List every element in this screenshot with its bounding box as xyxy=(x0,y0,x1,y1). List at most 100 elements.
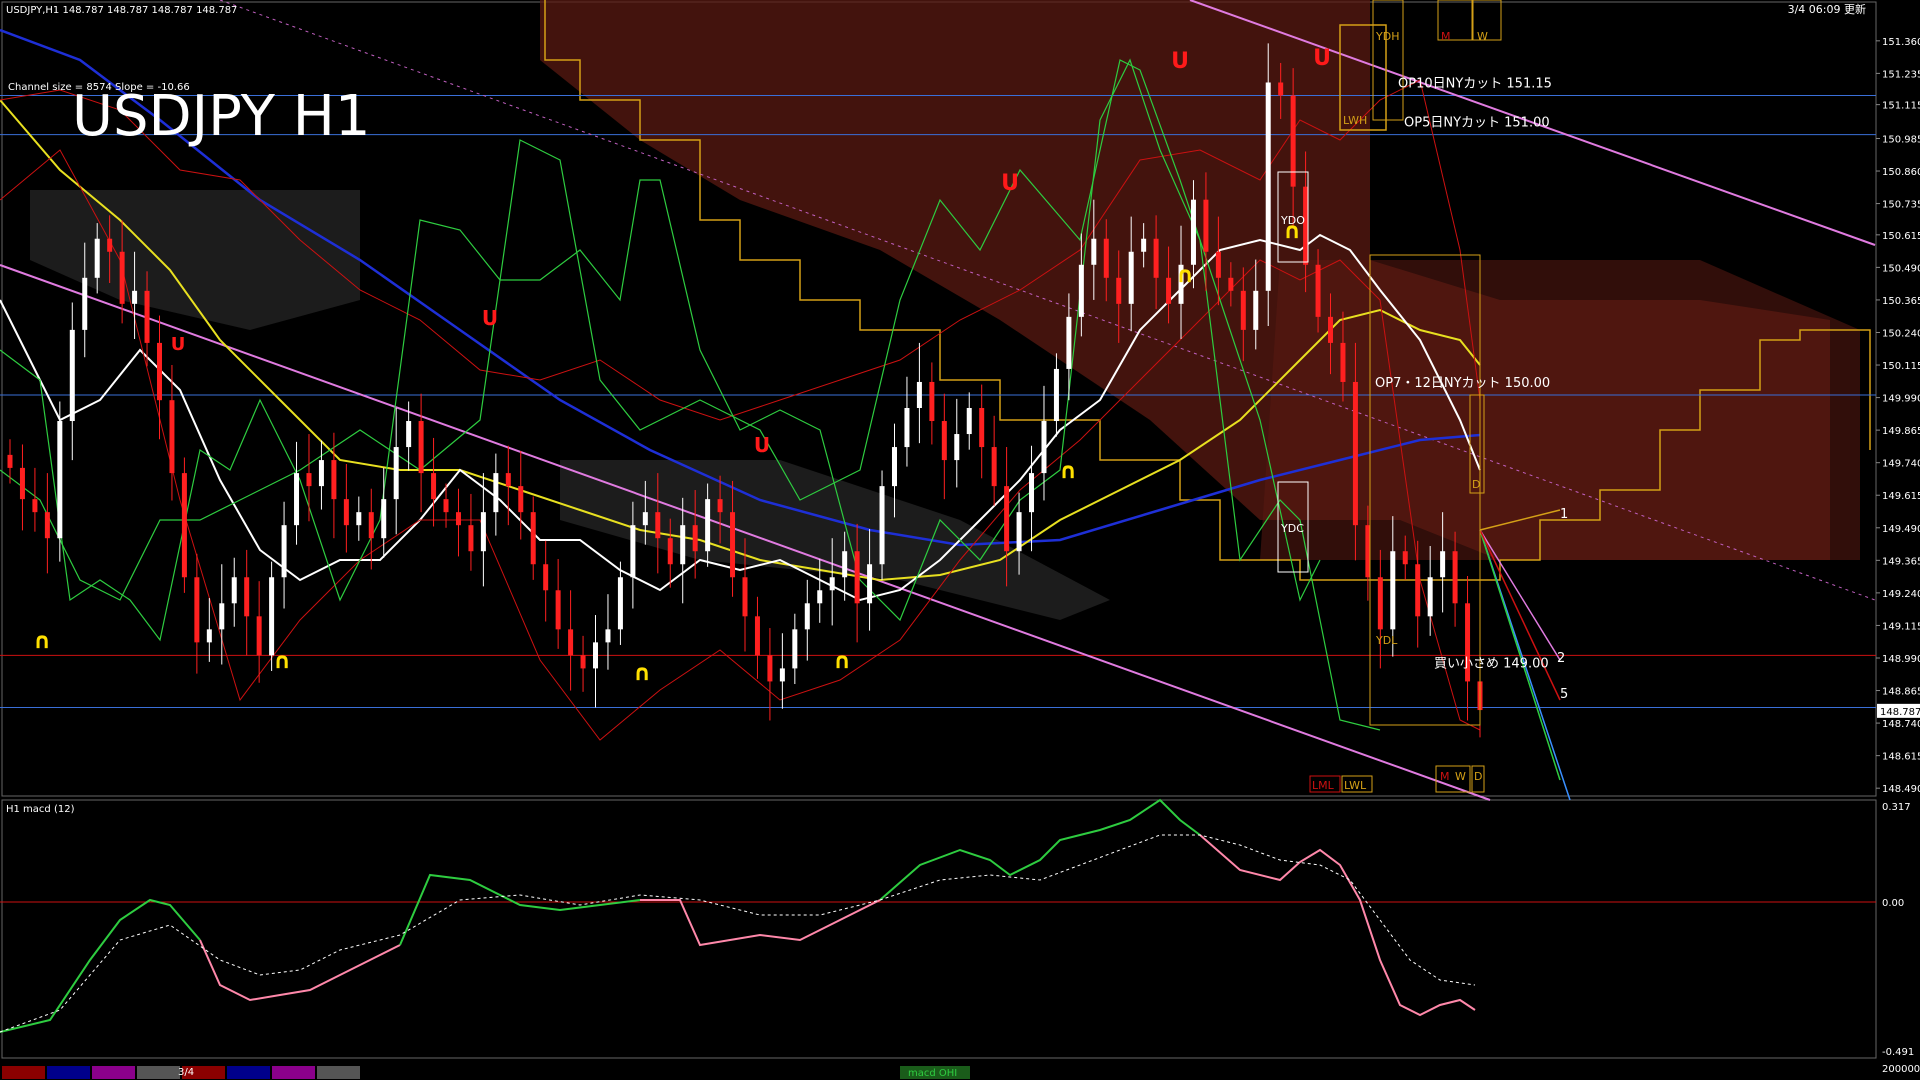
candle-body xyxy=(1328,316,1334,343)
candle-body xyxy=(331,460,337,500)
candle-body xyxy=(431,473,437,500)
candle-body xyxy=(879,486,885,565)
price-tick-label: 148.990 xyxy=(1882,654,1920,665)
candle-body xyxy=(1402,551,1408,565)
candle-body xyxy=(343,499,349,526)
candle-body xyxy=(455,512,461,526)
candle-body xyxy=(194,577,200,643)
price-tick-label: 149.615 xyxy=(1882,491,1920,502)
candle-body xyxy=(306,473,312,487)
candle-body xyxy=(1166,277,1172,304)
svg-text:2: 2 xyxy=(1557,651,1565,666)
candle-body xyxy=(767,655,773,682)
toolbar-swatch[interactable] xyxy=(272,1066,315,1079)
candle-body xyxy=(1004,486,1010,552)
price-tick-label: 150.985 xyxy=(1882,134,1920,145)
svg-text:∩: ∩ xyxy=(1059,459,1077,484)
box-label: YDC xyxy=(1280,522,1304,535)
candle-body xyxy=(518,486,524,513)
candle-body xyxy=(318,460,324,487)
candle-body xyxy=(181,473,187,578)
toolbar-swatch[interactable] xyxy=(317,1066,360,1079)
candle-body xyxy=(667,538,673,565)
svg-text:∩: ∩ xyxy=(33,629,51,654)
candle-body xyxy=(294,473,300,526)
candle-body xyxy=(954,434,960,461)
box-label: M xyxy=(1440,770,1450,783)
candle-body xyxy=(1016,512,1022,552)
candle-body xyxy=(854,551,860,604)
candle-body xyxy=(829,577,835,591)
candle-body xyxy=(1128,251,1134,304)
candle-body xyxy=(1029,473,1035,513)
svg-text:∩: ∩ xyxy=(833,649,851,674)
price-tick-label: 151.115 xyxy=(1882,101,1920,112)
toolbar-swatch[interactable] xyxy=(227,1066,270,1079)
price-tick-label: 149.240 xyxy=(1882,589,1920,600)
candle-body xyxy=(842,551,848,578)
candle-body xyxy=(1440,551,1446,578)
svg-text:U: U xyxy=(1313,46,1331,71)
candle-body xyxy=(1066,316,1072,369)
candle-body xyxy=(867,564,873,604)
candle-body xyxy=(32,499,38,513)
chart-title: USDJPY H1 xyxy=(72,84,370,149)
candle-body xyxy=(119,251,125,304)
candle-body xyxy=(1290,95,1296,187)
price-tick-label: 150.615 xyxy=(1882,231,1920,242)
annotation-label: OP10日NYカット 151.15 xyxy=(1398,77,1552,92)
candle-body xyxy=(1103,238,1109,278)
candle-body xyxy=(904,408,910,448)
candle-body xyxy=(891,447,897,487)
candle-body xyxy=(1452,551,1458,604)
candle-body xyxy=(244,577,250,617)
price-chart[interactable]: U U U U U U ∩ ∩ ∩ ∩ ∩ ∩ ∩ YDH M W LWH YD… xyxy=(0,0,1920,1080)
candle-body xyxy=(692,525,698,552)
candle-body xyxy=(680,525,686,565)
candle-body xyxy=(406,421,412,448)
price-tick-label: 150.365 xyxy=(1882,296,1920,307)
candle-body xyxy=(19,467,25,500)
price-tick-label: 148.490 xyxy=(1882,784,1920,795)
candle-body xyxy=(94,238,100,278)
candle-body xyxy=(1190,199,1196,265)
toolbar-swatch[interactable] xyxy=(137,1066,180,1079)
box-label: YDH xyxy=(1375,30,1399,43)
candle-body xyxy=(82,277,88,330)
price-tick-label: 148.865 xyxy=(1882,687,1920,698)
candle-body xyxy=(1240,290,1246,330)
candle-body xyxy=(804,603,810,630)
toolbar-swatch[interactable] xyxy=(92,1066,135,1079)
toolbar-swatch[interactable] xyxy=(47,1066,90,1079)
symbol-info: USDJPY,H1 148.787 148.787 148.787 148.78… xyxy=(6,5,237,16)
annotation-label: OP7・12日NYカット 150.00 xyxy=(1375,376,1550,391)
candle-body xyxy=(1078,264,1084,317)
price-tick-label: 150.735 xyxy=(1882,200,1920,211)
candle-body xyxy=(1390,551,1396,630)
price-tick-label: 150.490 xyxy=(1882,263,1920,274)
candle-body xyxy=(1315,264,1321,317)
candle-body xyxy=(605,629,611,643)
box-label: D xyxy=(1474,770,1482,783)
candle-body xyxy=(1203,199,1209,252)
toolbar-swatch[interactable] xyxy=(2,1066,45,1079)
candle-body xyxy=(530,512,536,565)
price-tick-label: 150.115 xyxy=(1882,361,1920,372)
price-tick-label: 148.740 xyxy=(1882,719,1920,730)
candle-body xyxy=(1278,82,1284,96)
candle-body xyxy=(1141,238,1147,252)
candle-body xyxy=(779,668,785,682)
svg-text:200000: 200000 xyxy=(1882,1064,1920,1075)
candle-body xyxy=(1340,342,1346,382)
candle-body xyxy=(144,290,150,343)
svg-text:0.317: 0.317 xyxy=(1882,802,1911,813)
candle-body xyxy=(630,525,636,578)
candle-body xyxy=(7,454,13,468)
svg-text:0.00: 0.00 xyxy=(1882,898,1904,909)
candle-body xyxy=(966,408,972,435)
svg-text:∩: ∩ xyxy=(1176,263,1194,288)
candle-body xyxy=(979,408,985,448)
candle-body xyxy=(219,603,225,630)
svg-text:-0.491: -0.491 xyxy=(1882,1047,1914,1058)
candle-body xyxy=(169,400,175,474)
